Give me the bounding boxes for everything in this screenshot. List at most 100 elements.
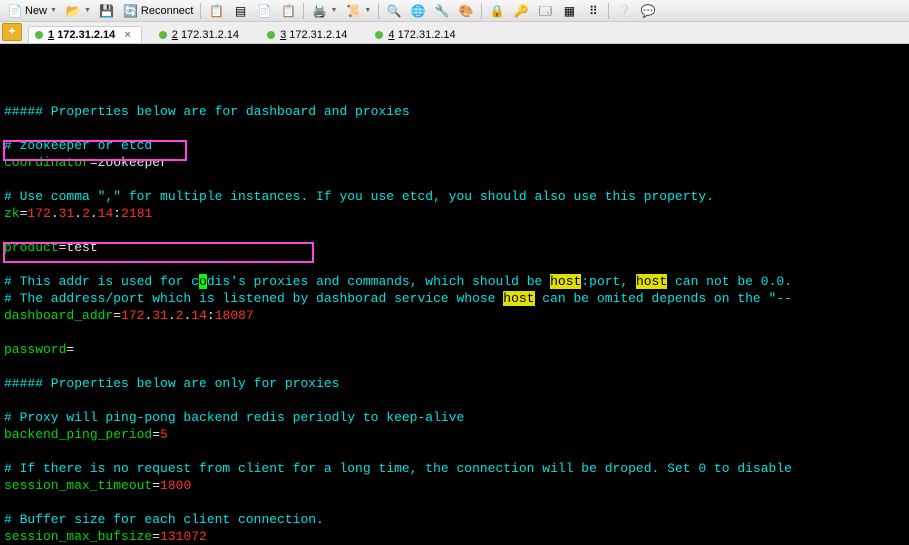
cfg-val: 131072 bbox=[160, 529, 207, 544]
add-tab-button[interactable]: + bbox=[2, 23, 22, 41]
reconnect-icon: 🔄 bbox=[123, 3, 139, 19]
cfg-val: test bbox=[66, 240, 97, 255]
dots-icon: ⠿ bbox=[585, 3, 601, 19]
eq: = bbox=[113, 308, 121, 323]
globe-icon: 🌐 bbox=[410, 3, 426, 19]
main-toolbar: 📄 New ▼ 📂▼ 💾 🔄 Reconnect 📋 ▤ 📄 📋 🖨️▼ 📜▼ … bbox=[0, 0, 909, 22]
tab-ip: 172.31.2.14 bbox=[181, 29, 239, 41]
cfg-key: session_max_timeout bbox=[4, 478, 152, 493]
key-button[interactable]: 🔑 bbox=[510, 2, 532, 20]
eq: = bbox=[152, 529, 160, 544]
ip-oct: 31 bbox=[59, 206, 75, 221]
select-all-button[interactable]: ▤ bbox=[229, 2, 251, 20]
lock-button[interactable]: 🔒 bbox=[486, 2, 508, 20]
tab-ip: 172.31.2.14 bbox=[57, 29, 115, 41]
search-highlight: host bbox=[636, 274, 667, 289]
term-line: # Buffer size for each client connection… bbox=[4, 512, 324, 527]
tools-button[interactable]: 🔧 bbox=[431, 2, 453, 20]
save-button[interactable]: 💾 bbox=[96, 2, 118, 20]
find-button[interactable]: 🔍 bbox=[383, 2, 405, 20]
divider bbox=[481, 3, 482, 19]
close-tab-button[interactable]: × bbox=[124, 29, 130, 41]
tab-session-4[interactable]: 4 172.31.2.14 bbox=[368, 26, 466, 43]
new-file-icon: 📄 bbox=[7, 3, 23, 19]
status-dot-icon bbox=[267, 31, 275, 39]
palette-icon: 🎨 bbox=[458, 3, 474, 19]
paste-icon: 📄 bbox=[256, 3, 272, 19]
terminal-output[interactable]: ##### Properties below are for dashboard… bbox=[0, 44, 909, 509]
term-line: can be omited depends on the "-- bbox=[535, 291, 792, 306]
dot: . bbox=[90, 206, 98, 221]
tab-number: 2 bbox=[172, 29, 178, 41]
colon: : bbox=[113, 206, 121, 221]
key-icon: 🔑 bbox=[513, 3, 529, 19]
term-line: # This addr is used for c bbox=[4, 274, 199, 289]
ip-oct: 14 bbox=[191, 308, 207, 323]
tab-session-3[interactable]: 3 172.31.2.14 bbox=[260, 26, 358, 43]
colon: : bbox=[207, 308, 215, 323]
ip-oct: 14 bbox=[98, 206, 114, 221]
window-icon: 🗔 bbox=[537, 3, 553, 19]
new-button[interactable]: 📄 New ▼ bbox=[4, 2, 60, 20]
chevron-down-icon: ▼ bbox=[330, 3, 337, 19]
ip-oct: 31 bbox=[152, 308, 168, 323]
rows-icon: ▤ bbox=[232, 3, 248, 19]
grid-button[interactable]: ▦ bbox=[558, 2, 580, 20]
reconnect-label: Reconnect bbox=[141, 3, 194, 19]
tab-session-1[interactable]: 1 172.31.2.14 × bbox=[28, 26, 142, 43]
cfg-val: 1800 bbox=[160, 478, 191, 493]
divider bbox=[200, 3, 201, 19]
help-button[interactable]: ❔ bbox=[613, 2, 635, 20]
chat-icon: 💬 bbox=[640, 3, 656, 19]
copy-button[interactable]: 📋 bbox=[205, 2, 227, 20]
lock-icon: 🔒 bbox=[489, 3, 505, 19]
search-icon: 🔍 bbox=[386, 3, 402, 19]
grid-icon: ▦ bbox=[561, 3, 577, 19]
tab-ip: 172.31.2.14 bbox=[289, 29, 347, 41]
open-button[interactable]: 📂▼ bbox=[62, 2, 94, 20]
status-dot-icon bbox=[35, 31, 43, 39]
clipboard-button[interactable]: 📋 bbox=[277, 2, 299, 20]
status-dot-icon bbox=[159, 31, 167, 39]
divider bbox=[608, 3, 609, 19]
chevron-down-icon: ▼ bbox=[84, 3, 91, 19]
globe-button[interactable]: 🌐 bbox=[407, 2, 429, 20]
session-button[interactable]: 🗔 bbox=[534, 2, 556, 20]
tab-session-2[interactable]: 2 172.31.2.14 bbox=[152, 26, 250, 43]
dotgrid-button[interactable]: ⠿ bbox=[582, 2, 604, 20]
cfg-key: backend_ping_period bbox=[4, 427, 152, 442]
cfg-key: session_max_bufsize bbox=[4, 529, 152, 544]
help-icon: ❔ bbox=[616, 3, 632, 19]
reconnect-button[interactable]: 🔄 Reconnect bbox=[120, 2, 197, 20]
eq: = bbox=[152, 478, 160, 493]
divider bbox=[378, 3, 379, 19]
port: 18087 bbox=[215, 308, 254, 323]
ip-oct: 2 bbox=[82, 206, 90, 221]
term-line: :port, bbox=[581, 274, 636, 289]
dot: . bbox=[168, 308, 176, 323]
divider bbox=[303, 3, 304, 19]
floppy-icon: 💾 bbox=[99, 3, 115, 19]
eq: = bbox=[90, 155, 98, 170]
cfg-key: zk bbox=[4, 206, 20, 221]
cfg-key: dashboard_addr bbox=[4, 308, 113, 323]
search-highlight: host bbox=[550, 274, 581, 289]
print-button[interactable]: 🖨️▼ bbox=[308, 2, 340, 20]
chat-button[interactable]: 💬 bbox=[637, 2, 659, 20]
clipboard-icon: 📋 bbox=[280, 3, 296, 19]
cfg-key: product bbox=[4, 240, 59, 255]
ip-oct: 172 bbox=[121, 308, 144, 323]
cursor: o bbox=[199, 274, 207, 289]
paint-button[interactable]: 🎨 bbox=[455, 2, 477, 20]
tab-ip: 172.31.2.14 bbox=[398, 29, 456, 41]
cfg-val: 5 bbox=[160, 427, 168, 442]
cfg-val: zookeeper bbox=[98, 155, 168, 170]
dot: . bbox=[74, 206, 82, 221]
status-dot-icon bbox=[375, 31, 383, 39]
paste-button[interactable]: 📄 bbox=[253, 2, 275, 20]
term-line: dis's proxies and commands, which should… bbox=[207, 274, 550, 289]
ip-oct: 172 bbox=[27, 206, 50, 221]
recent-button[interactable]: 📜▼ bbox=[342, 2, 374, 20]
tab-number: 1 bbox=[48, 29, 54, 41]
folder-open-icon: 📂 bbox=[65, 3, 81, 19]
